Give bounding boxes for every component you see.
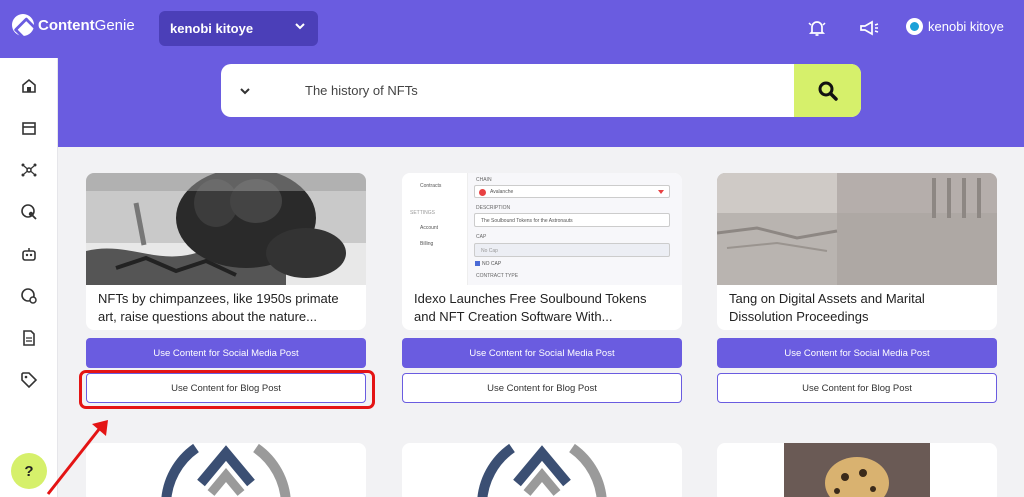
search-globe-icon[interactable] [20, 203, 38, 221]
help-icon: ? [24, 462, 34, 480]
article-title[interactable]: Tang on Digital Assets and Marital Disso… [729, 290, 989, 326]
social-post-button[interactable]: Use Content for Social Media Post [402, 338, 682, 368]
logo-text: ContentGenie [38, 16, 135, 34]
article-thumbnail [784, 443, 930, 497]
user-menu[interactable]: kenobi kitoye [906, 18, 1004, 35]
article-card[interactable] [402, 443, 682, 497]
store-icon[interactable] [20, 119, 38, 137]
social-post-button[interactable]: Use Content for Social Media Post [86, 338, 366, 368]
document-icon[interactable] [20, 329, 38, 347]
article-card[interactable] [86, 443, 366, 497]
article-card[interactable]: NFTs by chimpanzees, like 1950s primate … [86, 173, 366, 330]
blog-post-button[interactable]: Use Content for Blog Post [717, 373, 997, 403]
chevron-down-icon[interactable] [235, 81, 255, 101]
megaphone-icon[interactable] [858, 17, 880, 39]
account-select-label: kenobi kitoye [170, 21, 254, 36]
article-title[interactable]: NFTs by chimpanzees, like 1950s primate … [98, 290, 358, 326]
social-post-button[interactable]: Use Content for Social Media Post [717, 338, 997, 368]
annotation-arrow [46, 420, 108, 495]
globe-settings-icon[interactable] [20, 287, 38, 305]
chevron-down-icon [294, 20, 306, 35]
search-input[interactable] [305, 78, 765, 103]
article-thumbnail [717, 173, 997, 285]
article-title[interactable]: Idexo Launches Free Soulbound Tokens and… [414, 290, 674, 326]
highlight-annotation [79, 370, 375, 409]
bell-icon[interactable] [806, 17, 828, 39]
search-icon [818, 81, 838, 101]
article-thumbnail [86, 173, 366, 285]
search-bar [221, 64, 861, 117]
article-card[interactable]: Contracts SETTINGS Account Billing CHAIN… [402, 173, 682, 330]
app-logo[interactable]: ContentGenie [12, 14, 135, 36]
article-card[interactable] [717, 443, 997, 497]
blog-post-button[interactable]: Use Content for Blog Post [402, 373, 682, 403]
network-icon[interactable] [20, 161, 38, 179]
account-select[interactable]: kenobi kitoye [159, 11, 318, 46]
tag-icon[interactable] [20, 371, 38, 389]
robot-icon[interactable] [20, 245, 38, 263]
article-card[interactable]: Tang on Digital Assets and Marital Disso… [717, 173, 997, 330]
article-thumbnail: Contracts SETTINGS Account Billing CHAIN… [402, 173, 682, 285]
user-name: kenobi kitoye [928, 19, 1004, 34]
home-icon[interactable] [20, 77, 38, 95]
search-button[interactable] [794, 64, 861, 117]
placeholder-logo-icon [161, 443, 291, 497]
placeholder-logo-icon [477, 443, 607, 497]
avatar [906, 18, 923, 35]
logo-icon [12, 14, 34, 36]
